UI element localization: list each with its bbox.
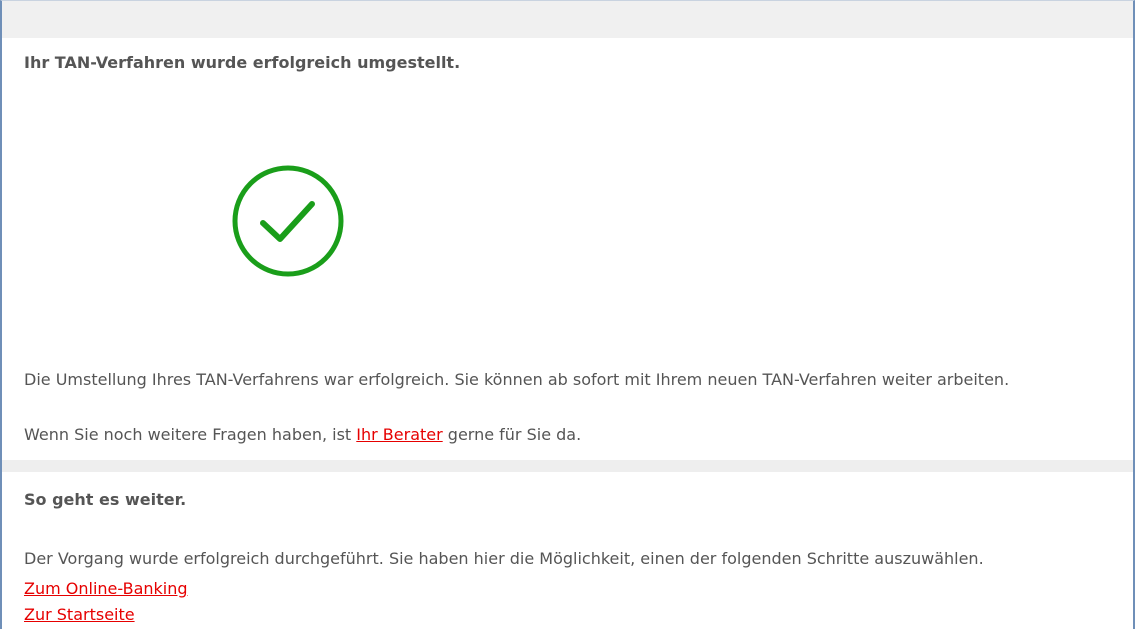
online-banking-link-row: Zum Online-Banking bbox=[24, 579, 188, 598]
top-strip bbox=[2, 1, 1133, 38]
contact-suffix: gerne für Sie da. bbox=[442, 425, 582, 444]
advisor-link[interactable]: Ihr Berater bbox=[356, 425, 442, 444]
homepage-link[interactable]: Zur Startseite bbox=[24, 605, 135, 624]
next-steps-description: Der Vorgang wurde erfolgreich durchgefüh… bbox=[24, 549, 984, 568]
next-steps-title: So geht es weiter. bbox=[24, 490, 187, 509]
contact-line: Wenn Sie noch weitere Fragen haben, ist … bbox=[24, 425, 581, 444]
contact-prefix: Wenn Sie noch weitere Fragen haben, ist bbox=[24, 425, 357, 444]
confirmation-message: Die Umstellung Ihres TAN-Verfahrens war … bbox=[24, 370, 1010, 389]
content-frame bbox=[0, 0, 1135, 629]
check-circle-icon bbox=[232, 165, 344, 277]
section-divider bbox=[2, 460, 1133, 472]
online-banking-link[interactable]: Zum Online-Banking bbox=[24, 579, 188, 598]
confirmation-title: Ihr TAN-Verfahren wurde erfolgreich umge… bbox=[24, 53, 461, 72]
homepage-link-row: Zur Startseite bbox=[24, 605, 135, 624]
